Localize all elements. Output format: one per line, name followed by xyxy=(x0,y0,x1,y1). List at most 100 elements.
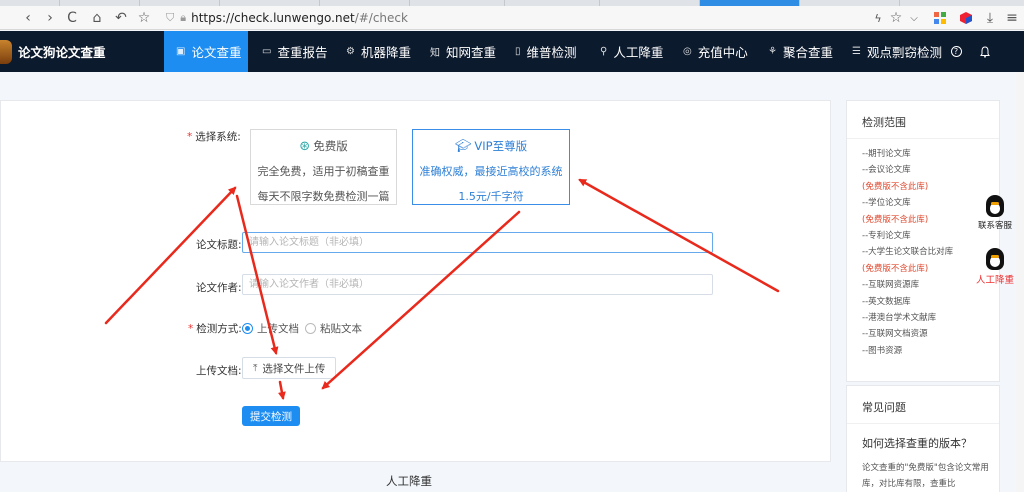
free-plan-line2: 每天不限字数免费检测一篇 xyxy=(257,190,390,203)
scope-title: 检测范围 xyxy=(847,101,999,139)
dropdown-chevron-icon[interactable]: ⌵ xyxy=(904,8,924,28)
nav-item-paper-check[interactable]: ▣ 论文查重 xyxy=(164,31,248,72)
apps-grid-icon[interactable] xyxy=(930,8,950,28)
browser-toolbar: ‹ › C ⌂ ↶ ☆ ⛉ 🔒︎ https://check.lunwengo.… xyxy=(0,6,1024,30)
menu-icon[interactable]: ≡ xyxy=(1002,8,1022,28)
site-navbar: 论文狗论文查重 ▣ 论文查重 ▭ 查重报告 ⚙ 机器降重 知知网查重 ▯ 维普检测 ⚲ 人… xyxy=(0,31,1024,72)
vip-plan-line2: 1.5元/千字符 xyxy=(458,190,524,203)
url-path: /#/check xyxy=(354,11,408,25)
bookmark-star-icon[interactable]: ☆ xyxy=(134,8,154,28)
upload-label: 上传文档: xyxy=(196,365,242,377)
brand-name: 论文狗论文查重 xyxy=(18,45,106,60)
scope-item: --会议论文库 xyxy=(862,165,911,176)
plan-vip-option[interactable]: 🎓︎ VIP至尊版 准确权威，最接近高校的系统 1.5元/千字符 xyxy=(412,129,570,205)
nav-label: 查重报告 xyxy=(277,45,328,60)
aggregate-icon: ⚘ xyxy=(768,46,777,57)
free-plan-line1: 完全免费，适用于初稿查重 xyxy=(257,165,390,178)
shield-icon: ⛉ xyxy=(166,11,175,24)
manual-reduce-label: 人工降重 xyxy=(975,275,1014,286)
float-manual-reduce[interactable]: 人工降重 xyxy=(974,236,1016,286)
author-label: 论文作者: xyxy=(196,282,242,294)
vip-plan-title: VIP至尊版 xyxy=(474,139,528,153)
scope-item: --互联网文档资源 xyxy=(862,329,928,340)
person-icon: ⚲ xyxy=(600,46,608,57)
nav-item-report[interactable]: ▭ 查重报告 xyxy=(250,31,339,72)
nav-label: 观点剽窃检测 xyxy=(866,45,942,60)
free-icon: ⊛ xyxy=(299,138,311,154)
method-upload-text: 上传文档 xyxy=(257,323,299,335)
radio-dot-icon xyxy=(242,323,253,334)
recharge-icon: ◎ xyxy=(683,46,692,57)
nav-item-plagiarism[interactable]: ☰ 观点剽窃检测 xyxy=(840,31,954,72)
nav-label: 机器降重 xyxy=(360,45,411,60)
nav-item-aggregate[interactable]: ⚘ 聚合查重 xyxy=(756,31,845,72)
nav-item-manual-reduce[interactable]: ⚲ 人工降重 xyxy=(588,31,675,72)
graduation-cap-icon: 🎓︎ xyxy=(454,138,472,154)
paper-check-icon: ▣ xyxy=(176,46,186,57)
qq-penguin-icon xyxy=(986,195,1004,217)
reload-icon[interactable]: C xyxy=(62,8,82,28)
page-scroll-edge xyxy=(1016,72,1024,492)
nav-item-vip[interactable]: ▯ 维普检测 xyxy=(503,31,589,72)
address-bar[interactable]: ⛉ 🔒︎ https://check.lunwengo.net/#/check xyxy=(166,8,906,28)
radio-dot-icon xyxy=(305,323,316,334)
download-icon[interactable]: ⤓ xyxy=(980,8,1000,28)
nav-item-cnki[interactable]: 知知网查重 xyxy=(418,31,508,72)
list-icon: ☰ xyxy=(852,46,861,57)
upload-button-text: 选择文件上传 xyxy=(262,362,326,375)
faq-title: 常见问题 xyxy=(847,386,999,424)
right-sidebar: 检测范围 --期刊论文库 --会议论文库 (免费版不含此库) --学位论文库 (免费版不… xyxy=(846,100,1000,492)
system-label: * 选择系统: xyxy=(187,131,241,143)
method-label-text: 检测方式: xyxy=(196,323,242,335)
method-paste-text: 粘贴文本 xyxy=(320,323,362,335)
title-label: 论文标题: xyxy=(196,239,242,251)
author-input[interactable] xyxy=(242,274,713,295)
report-icon: ▭ xyxy=(262,46,272,57)
scope-item: --期刊论文库 xyxy=(862,149,911,159)
plan-free-option[interactable]: ⊛ 免费版 完全免费，适用于初稿查重 每天不限字数免费检测一篇 xyxy=(250,129,397,205)
undo-icon[interactable]: ↶ xyxy=(111,8,131,28)
method-paste-radio[interactable]: 粘贴文本 xyxy=(305,321,362,336)
nav-label: 知网查重 xyxy=(446,45,497,60)
scope-item: --英文数据库 xyxy=(862,296,911,307)
check-form-card: * 选择系统: ⊛ 免费版 完全免费，适用于初稿查重 每天不限字数免费检测一篇 🎓︎… xyxy=(0,100,831,462)
nav-label: 充值中心 xyxy=(697,45,748,60)
favorite-star-icon[interactable]: ☆ xyxy=(886,8,906,28)
scope-item: --图书资源 xyxy=(862,345,903,356)
forward-icon[interactable]: › xyxy=(40,8,60,28)
nav-label: 维普检测 xyxy=(526,45,577,60)
method-label: * 检测方式: xyxy=(188,323,242,335)
nav-label: 论文查重 xyxy=(191,45,242,60)
upload-icon: ⤒ xyxy=(253,362,258,374)
vip-plan-line1: 准确权威，最接近高校的系统 xyxy=(419,165,563,178)
system-label-text: 选择系统: xyxy=(195,131,241,143)
qq-penguin-icon xyxy=(986,248,1004,270)
lock-icon: 🔒︎ xyxy=(180,11,187,24)
nav-item-machine-reduce[interactable]: ⚙ 机器降重 xyxy=(334,31,423,72)
float-customer-service[interactable]: 联系客服 xyxy=(974,181,1016,231)
section-title-manual-reduce: 人工降重 xyxy=(386,474,432,488)
document-icon: ▯ xyxy=(515,46,521,57)
method-upload-radio[interactable]: 上传文档 xyxy=(242,321,299,336)
url-host: https://check.lunwengo.net xyxy=(191,11,355,25)
faq-answer: 论文查重的"免费版"包含论文常用库，对比库有限，查重比 xyxy=(862,463,989,489)
cnki-icon: 知 xyxy=(430,48,440,59)
url-text[interactable]: https://check.lunwengo.net/#/check xyxy=(191,11,408,25)
upload-file-button[interactable]: ⤒ 选择文件上传 xyxy=(242,357,337,379)
free-plan-title: 免费版 xyxy=(313,139,348,153)
nav-item-recharge[interactable]: ◎ 充值中心 xyxy=(671,31,760,72)
site-logo[interactable]: 论文狗论文查重 xyxy=(0,31,106,72)
lightning-icon[interactable]: ϟ xyxy=(868,8,888,28)
help-glyph: ? xyxy=(950,46,962,57)
faq-question[interactable]: 如何选择查重的版本？ xyxy=(847,424,999,451)
home-icon[interactable]: ⌂ xyxy=(87,8,107,28)
logo-mascot-icon xyxy=(0,39,12,64)
submit-check-button[interactable]: 提交检测 xyxy=(242,406,300,426)
bell-icon[interactable] xyxy=(975,31,995,72)
nav-label: 人工降重 xyxy=(613,45,664,60)
title-input[interactable] xyxy=(242,232,713,253)
help-icon[interactable]: ? xyxy=(946,31,966,72)
back-icon[interactable]: ‹ xyxy=(18,8,38,28)
extension-cube-icon[interactable] xyxy=(956,8,976,28)
nav-label: 聚合查重 xyxy=(782,45,833,60)
